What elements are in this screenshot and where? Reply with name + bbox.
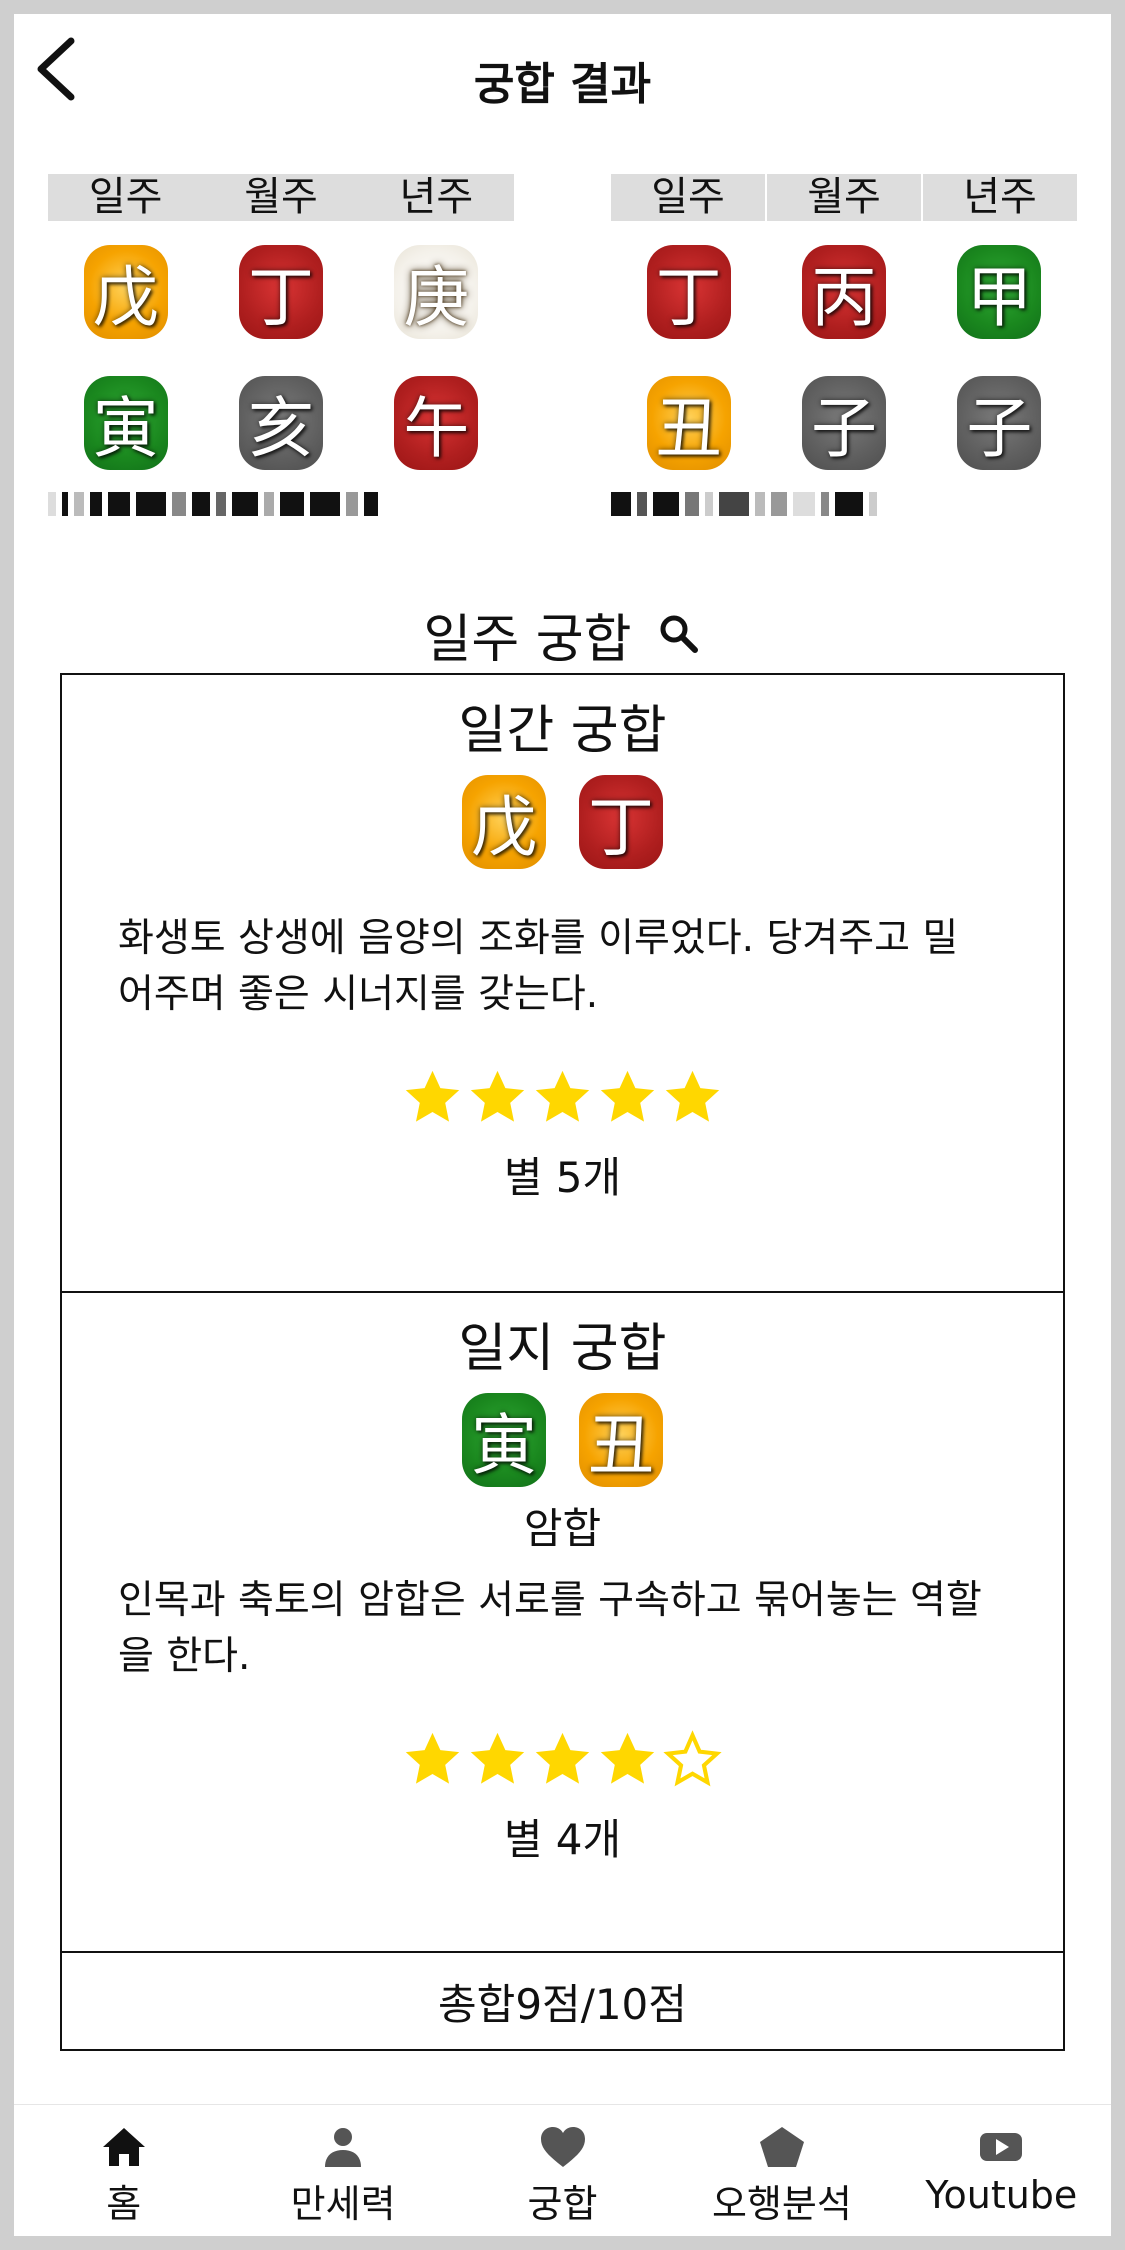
stem-chip[interactable]: 丁 (646, 245, 731, 339)
nav-label: Youtube (925, 2173, 1078, 2217)
person-icon (325, 2128, 362, 2167)
nav-label: 궁합 (527, 2182, 598, 2226)
star-filled-icon (405, 1070, 460, 1122)
home-icon (102, 2128, 145, 2166)
header: 궁합 결과 (14, 14, 1111, 124)
star-rating (62, 1729, 1063, 1790)
match-description: 화생토 상생에 음양의 조화를 이루었다. 당겨주고 밀어주며 좋은 시너지를 … (118, 916, 959, 1017)
star-count-label: 별 4개 (503, 1815, 622, 1864)
match-description: 인목과 축토의 암합은 서로를 구속하고 묶어놓는 역할을 한다. (118, 1578, 982, 1679)
star-rating (62, 1067, 1063, 1128)
pillar-header: 일주 월주 년주 (611, 174, 1077, 221)
header-month-pillar: 월주 (765, 174, 921, 221)
section-title-row: 일주 궁합 (14, 599, 1111, 670)
stem-row: 戊 丁 庚 (48, 245, 514, 339)
branch-chip[interactable]: 丑 (646, 376, 731, 470)
header-month-pillar: 월주 (244, 174, 318, 220)
star-filled-icon (470, 1070, 525, 1122)
star-filled-icon (665, 1070, 720, 1122)
header-year-pillar: 년주 (921, 174, 1077, 221)
nav-label: 만세력 (290, 2182, 396, 2226)
branch-row: 寅 亥 午 (48, 376, 514, 470)
star-filled-icon (535, 1070, 590, 1122)
star-filled-icon (600, 1732, 655, 1784)
stem-row: 丁 丙 甲 (611, 245, 1077, 339)
star-empty-icon (663, 1730, 722, 1787)
search-icon[interactable] (657, 612, 701, 656)
stem-chip[interactable]: 丙 (801, 245, 886, 339)
youtube-icon (980, 2133, 1023, 2161)
header-day-pillar: 일주 (88, 174, 163, 220)
stem-chip[interactable]: 丁 (238, 245, 323, 339)
app-screen: 궁합 결과 일주 월주 년주 戊 丁 庚 寅 亥 午 일주 월주 년주 丁 丙 … (14, 14, 1111, 2236)
nav-item-youtube[interactable]: Youtube (892, 2105, 1111, 2236)
panel-title: 일지 궁합 (458, 1318, 667, 1379)
nav-item-manseryeok[interactable]: 만세력 (233, 2105, 452, 2236)
branch-chip[interactable]: 亥 (238, 376, 323, 470)
stem-chip: 丁 (579, 775, 663, 869)
branch-chip[interactable]: 子 (957, 376, 1042, 470)
star-count-label: 별 5개 (503, 1153, 622, 1202)
nav-item-home[interactable]: 홈 (14, 2105, 233, 2236)
star-filled-icon (535, 1732, 590, 1784)
star-filled-icon (470, 1732, 525, 1784)
star-filled-icon (600, 1070, 655, 1122)
star-filled-icon (405, 1732, 460, 1784)
panel-chips: 戊 丁 (62, 775, 1063, 869)
pillar-header: 일주 월주 년주 (48, 174, 514, 221)
pentagon-icon (759, 2127, 804, 2167)
total-score: 총합9점/10점 (438, 1979, 687, 2029)
header-day-pillar: 일주 (651, 174, 725, 220)
nav-label: 오행분석 (712, 2182, 852, 2226)
panel-chips: 寅 丑 (62, 1393, 1063, 1487)
nav-item-compatibility[interactable]: 궁합 (453, 2105, 672, 2236)
nav-label: 홈 (106, 2182, 142, 2226)
branch-chip[interactable]: 午 (394, 376, 479, 470)
stem-chip[interactable]: 甲 (957, 245, 1042, 339)
branch-chip[interactable]: 寅 (83, 376, 168, 470)
day-stem-match-panel: 일간 궁합 戊 丁 화생토 상생에 음양의 조화를 이루었다. 당겨주고 밀어주… (62, 675, 1063, 1291)
redacted-info (611, 488, 1077, 520)
bottom-nav: 홈 만세력 궁합 오행분석 Youtube (14, 2104, 1111, 2236)
relation-label: 암합 (523, 1504, 602, 1553)
panel-title: 일간 궁합 (458, 700, 667, 761)
nav-item-five-elements[interactable]: 오행분석 (672, 2105, 891, 2236)
day-branch-match-panel: 일지 궁합 寅 丑 암합 인목과 축토의 암합은 서로를 구속하고 묶어놓는 역… (62, 1293, 1063, 1951)
stem-chip[interactable]: 戊 (83, 245, 168, 339)
section-title: 일주 궁합 (423, 609, 632, 670)
left-pillar-chart: 일주 월주 년주 戊 丁 庚 寅 亥 午 (48, 174, 514, 520)
match-result-box: 일간 궁합 戊 丁 화생토 상생에 음양의 조화를 이루었다. 당겨주고 밀어주… (60, 673, 1065, 2051)
branch-chip[interactable]: 子 (801, 376, 886, 470)
redacted-info (48, 488, 514, 520)
stem-chip[interactable]: 庚 (394, 245, 479, 339)
heart-icon (540, 2127, 585, 2167)
page-title: 궁합 결과 (473, 59, 652, 110)
branch-chip: 丑 (579, 1393, 663, 1487)
stem-chip: 戊 (462, 775, 546, 869)
branch-chip: 寅 (462, 1393, 546, 1487)
branch-row: 丑 子 子 (611, 376, 1077, 470)
right-pillar-chart: 일주 월주 년주 丁 丙 甲 丑 子 子 (611, 174, 1077, 520)
header-year-pillar: 년주 (399, 174, 474, 220)
